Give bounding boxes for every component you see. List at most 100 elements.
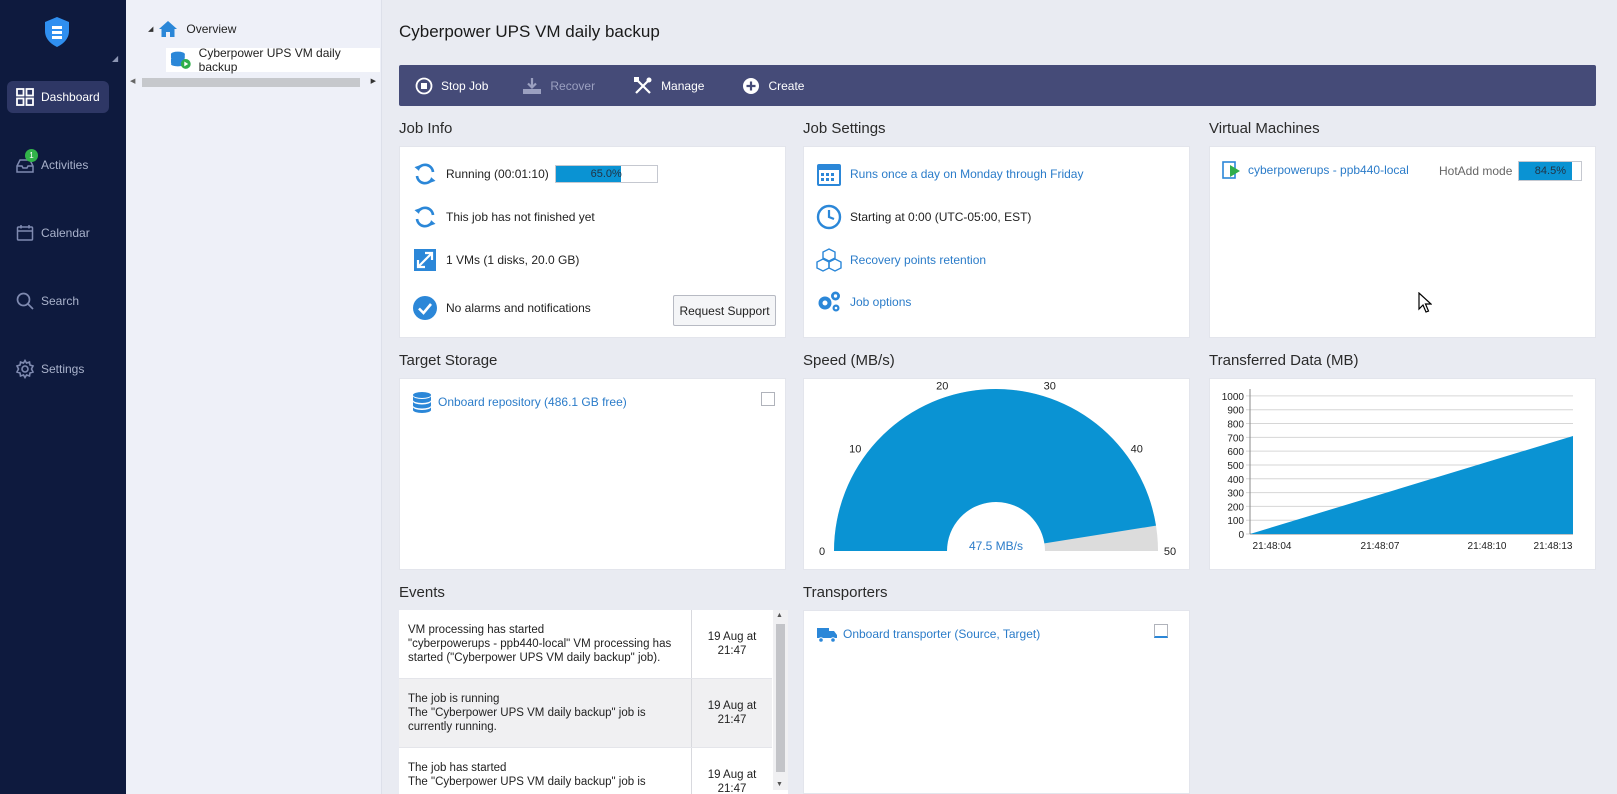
home-icon xyxy=(159,21,178,37)
tools-icon xyxy=(634,76,652,94)
job-running-row: Running (00:01:10) 65.0% xyxy=(412,161,658,187)
gauge-tick-label: 40 xyxy=(1131,444,1143,456)
retention-link[interactable]: Recovery points retention xyxy=(850,253,986,267)
nav-item-settings[interactable]: Settings xyxy=(7,353,109,385)
transporters-card: Onboard transporter (Source, Target) xyxy=(803,610,1190,794)
repository-link[interactable]: Onboard repository (486.1 GB free) xyxy=(438,395,627,409)
scroll-left-arrow-icon[interactable]: ◀ xyxy=(130,77,135,85)
backup-job-icon xyxy=(170,51,191,69)
nav-item-label: Activities xyxy=(41,158,89,172)
gears-icon xyxy=(816,289,842,315)
stop-job-button[interactable]: Stop Job xyxy=(409,71,494,101)
manage-button[interactable]: Manage xyxy=(627,71,710,101)
schedule-link[interactable]: Runs once a day on Monday through Friday xyxy=(850,167,1083,181)
gauge-value-arc xyxy=(834,388,1157,551)
scrollbar-thumb[interactable] xyxy=(776,624,785,772)
recover-button[interactable]: Recover xyxy=(516,71,601,101)
inbox-icon: 1 xyxy=(15,149,38,175)
check-circle-icon xyxy=(412,295,438,321)
vm-name-link[interactable]: cyberpowerups - ppb440-local xyxy=(1248,163,1409,177)
tree-item-overview[interactable]: ◢ Overview xyxy=(148,18,236,40)
event-detail: "cyberpowerups - ppb440-local" VM proces… xyxy=(408,638,672,664)
calendar-icon xyxy=(816,161,842,187)
collapse-triangle-icon[interactable]: ◢ xyxy=(148,25,153,33)
transporters-title: Transporters xyxy=(803,584,888,601)
events-title: Events xyxy=(399,584,445,601)
dashboard-main: Cyberpower UPS VM daily backup Stop Job … xyxy=(383,0,1617,794)
collapse-corner-icon[interactable]: ◢ xyxy=(112,54,118,63)
job-progress-bar: 65.0% xyxy=(554,165,658,183)
y-tick-label: 0 xyxy=(1238,530,1244,541)
event-row[interactable]: The job is running The "Cyberpower UPS V… xyxy=(399,679,772,748)
request-support-button[interactable]: Request Support xyxy=(673,295,776,326)
nav-item-label: Calendar xyxy=(41,226,90,240)
vm-progress-bar: 84.5% xyxy=(1518,161,1583,181)
expand-arrows-icon xyxy=(412,247,438,273)
transporter-checkbox[interactable] xyxy=(1154,624,1168,638)
scroll-up-arrow-icon[interactable]: ▲ xyxy=(776,612,783,619)
job-running-text: Running (00:01:10) xyxy=(446,167,549,181)
job-toolbar: Stop Job Recover Manage Create xyxy=(399,65,1596,106)
database-icon xyxy=(413,392,431,413)
transporter-link[interactable]: Onboard transporter (Source, Target) xyxy=(843,627,1040,641)
tree-horizontal-scrollbar[interactable]: ◀ ▶ xyxy=(130,76,378,88)
event-title: The job is running xyxy=(408,693,500,705)
event-title: VM processing has started xyxy=(408,624,545,636)
speed-gauge: 0 10 20 30 40 50 47.5 MB/s xyxy=(819,381,1176,558)
event-date-day: 19 Aug at xyxy=(707,631,757,643)
event-date: 19 Aug at 21:47 xyxy=(691,748,772,794)
y-tick-label: 500 xyxy=(1227,461,1244,472)
event-date-day: 19 Aug at xyxy=(707,769,757,781)
create-button[interactable]: Create xyxy=(736,71,810,101)
gauge-value-label: 47.5 MB/s xyxy=(969,539,1023,553)
scroll-down-arrow-icon[interactable]: ▼ xyxy=(776,781,783,788)
events-card: VM processing has started "cyberpowerups… xyxy=(399,610,788,794)
nav-item-dashboard[interactable]: Dashboard xyxy=(7,81,109,113)
tree-item-job[interactable]: Cyberpower UPS VM daily backup xyxy=(166,46,380,74)
recover-label: Recover xyxy=(550,78,596,93)
events-vertical-scrollbar[interactable]: ▲ ▼ xyxy=(773,610,788,790)
target-storage-card: Onboard repository (486.1 GB free) xyxy=(399,378,786,570)
nav-item-activities[interactable]: 1 Activities xyxy=(7,149,109,181)
gauge-tick-label: 10 xyxy=(849,444,861,456)
event-text: The job is running The "Cyberpower UPS V… xyxy=(408,692,680,734)
transporter-row: Onboard transporter (Source, Target) xyxy=(816,623,1040,645)
scrollbar-thumb[interactable] xyxy=(142,78,360,87)
job-vms-text: 1 VMs (1 disks, 20.0 GB) xyxy=(446,253,580,267)
nav-item-label: Dashboard xyxy=(41,90,100,104)
event-row[interactable]: The job has started The "Cyberpower UPS … xyxy=(399,748,772,794)
job-progress-label: 65.0% xyxy=(590,168,622,180)
activities-badge: 1 xyxy=(25,149,38,162)
job-alarms-row: No alarms and notifications xyxy=(412,295,591,321)
virtual-machines-card: cyberpowerups - ppb440-local HotAdd mode… xyxy=(1209,146,1596,338)
job-options-link[interactable]: Job options xyxy=(850,295,911,309)
scroll-right-arrow-icon[interactable]: ▶ xyxy=(371,77,376,85)
cubes-icon xyxy=(816,247,842,273)
event-text: The job has started The "Cyberpower UPS … xyxy=(408,761,680,789)
nav-item-search[interactable]: Search xyxy=(7,285,109,317)
job-info-card: Running (00:01:10) 65.0% This job has no… xyxy=(399,146,786,338)
y-tick-label: 800 xyxy=(1227,420,1244,431)
refresh-icon xyxy=(412,161,438,187)
event-title: The job has started xyxy=(408,762,507,774)
tree-item-label: Overview xyxy=(186,22,237,36)
nav-item-calendar[interactable]: Calendar xyxy=(7,217,109,249)
stop-job-label: Stop Job xyxy=(441,78,489,93)
transferred-data-card: 0 100 200 300 400 500 600 700 800 900 1000 21:48:04… xyxy=(1209,378,1596,570)
storage-checkbox[interactable] xyxy=(761,392,775,406)
event-row[interactable]: VM processing has started "cyberpowerups… xyxy=(399,610,772,679)
x-tick-label: 21:48:07 xyxy=(1361,541,1400,552)
event-text: VM processing has started "cyberpowerups… xyxy=(408,623,680,665)
create-label: Create xyxy=(768,78,805,93)
job-status-row: This job has not finished yet xyxy=(412,204,595,230)
nav-item-label: Settings xyxy=(41,362,85,376)
search-icon xyxy=(15,291,35,311)
x-tick-label: 21:48:13 xyxy=(1534,541,1573,552)
y-tick-label: 200 xyxy=(1227,502,1244,513)
download-icon xyxy=(523,77,542,94)
x-tick-label: 21:48:04 xyxy=(1253,541,1292,552)
calendar-icon xyxy=(15,223,35,243)
manage-label: Manage xyxy=(661,78,705,93)
job-tree-panel: ◢ Overview Cyberpower UPS VM daily backu… xyxy=(126,0,382,794)
transferred-data-title: Transferred Data (MB) xyxy=(1209,352,1359,369)
